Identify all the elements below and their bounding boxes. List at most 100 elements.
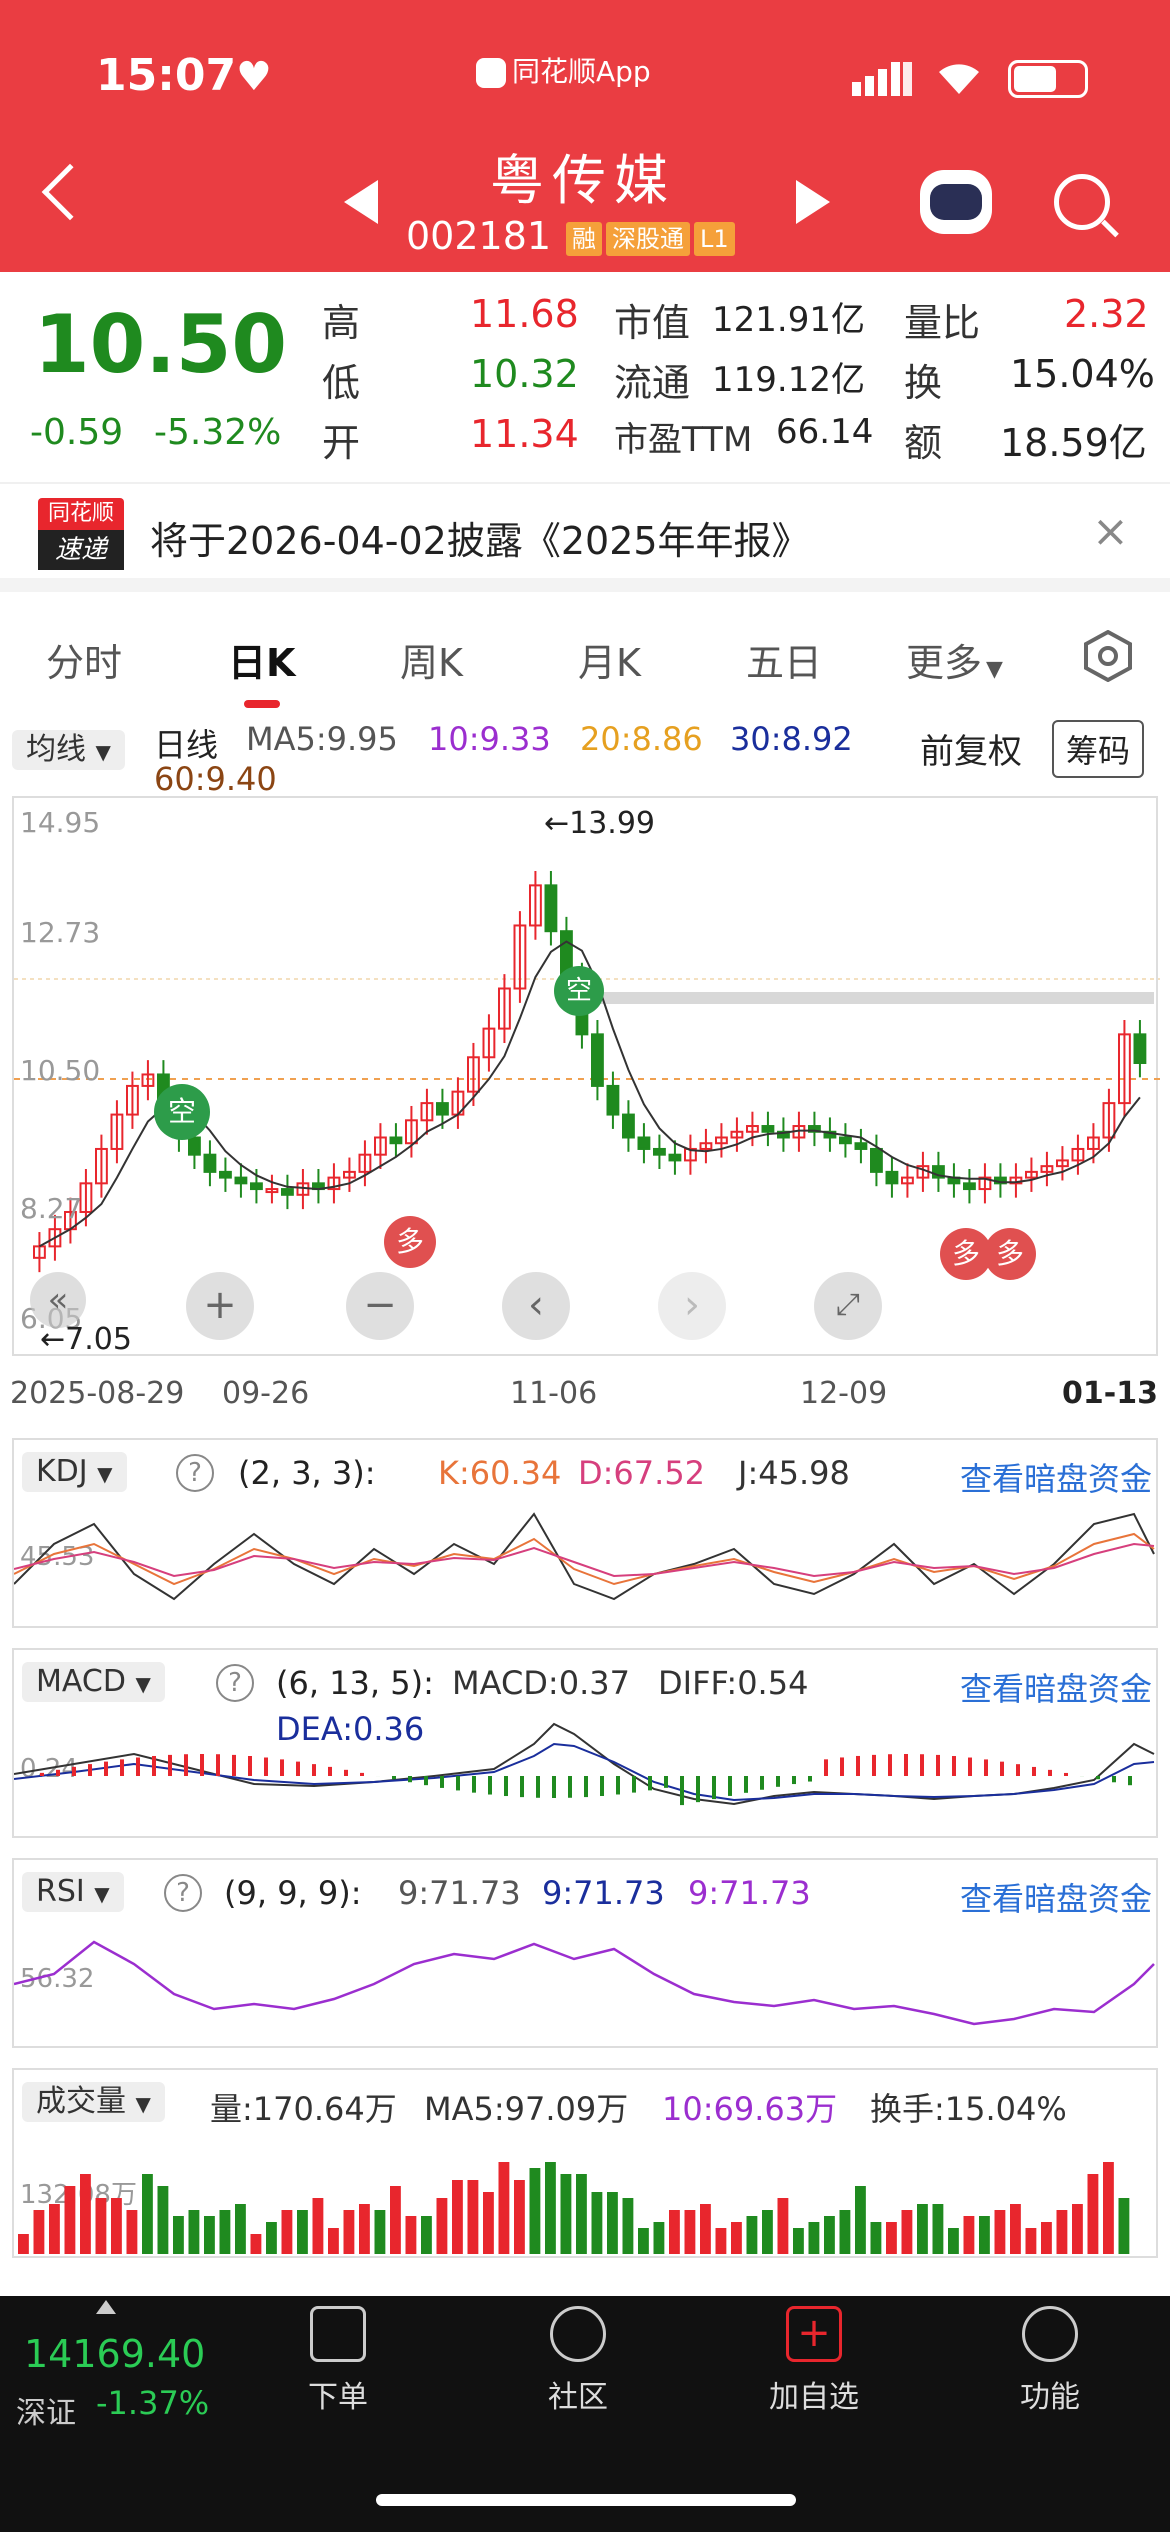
volume-bar xyxy=(452,2180,463,2254)
low-value: 10.32 xyxy=(470,352,579,396)
kdj-dropdown[interactable]: KDJ ▼ xyxy=(22,1452,127,1492)
mktcap-label: 市值 xyxy=(614,301,691,345)
next-stock-icon[interactable] xyxy=(796,180,830,224)
zoom-out-icon[interactable]: − xyxy=(346,1272,414,1340)
notice-banner[interactable]: 同花顺 速递 将于2026-04-02披露《2025年年报》 × xyxy=(0,482,1170,592)
prev-stock-icon[interactable] xyxy=(344,180,378,224)
zoom-in-icon[interactable]: + xyxy=(186,1272,254,1340)
header-bar: 15:07 ♥ 同花顺App 粤传媒 002181 融深股通 L1 xyxy=(0,0,1170,272)
ma60-value: 60:9.40 xyxy=(154,760,277,798)
tab-five-day[interactable]: 五日 xyxy=(746,632,822,687)
date-tick-5: 01-13 xyxy=(1062,1376,1158,1411)
robot-assistant-icon[interactable] xyxy=(920,170,992,234)
volume-bar xyxy=(498,2162,510,2254)
volume-bar xyxy=(529,2168,541,2254)
tag-level: L1 xyxy=(694,222,735,256)
app-logo-icon xyxy=(476,58,506,88)
kdj-panel[interactable]: KDJ ▼ ? (2, 3, 3): K:60.34 D:67.52 J:45.… xyxy=(12,1438,1158,1628)
volratio-label: 量比 xyxy=(904,301,981,345)
macd-bar xyxy=(408,1776,412,1783)
help-icon[interactable]: ? xyxy=(164,1874,202,1912)
volume-bar xyxy=(49,2204,60,2254)
macd-bar xyxy=(168,1754,172,1776)
last-price: 10.50 xyxy=(34,298,288,391)
chevron-down-icon: ▼ xyxy=(97,1462,113,1486)
express-logo: 同花顺 速递 xyxy=(38,498,124,572)
volume-bar xyxy=(390,2186,401,2254)
nav-order[interactable]: 下单 xyxy=(268,2306,408,2416)
macd-bar xyxy=(312,1764,316,1776)
expand-icon[interactable] xyxy=(96,2300,116,2314)
dark-pool-link[interactable]: 查看暗盘资金 xyxy=(960,1874,1152,1920)
macd-bar xyxy=(696,1776,700,1803)
macd-bar xyxy=(584,1776,588,1798)
open-value: 11.34 xyxy=(470,412,579,456)
macd-bar xyxy=(920,1754,924,1776)
volume-bar xyxy=(1103,2162,1114,2254)
volume-bar xyxy=(638,2228,649,2254)
ma10-value: 10:9.33 xyxy=(428,720,551,758)
volume-dropdown[interactable]: 成交量 ▼ xyxy=(22,2082,165,2122)
nav-functions[interactable]: 功能 xyxy=(980,2306,1120,2416)
app-indicator-text: 同花顺App xyxy=(512,55,651,88)
help-icon[interactable]: ? xyxy=(176,1454,214,1492)
macd-panel[interactable]: MACD ▼ ? (6, 13, 5): MACD:0.37 DIFF:0.54… xyxy=(12,1648,1158,1838)
help-icon[interactable]: ? xyxy=(216,1664,254,1702)
macd-bar xyxy=(568,1776,572,1798)
close-icon[interactable]: × xyxy=(1092,506,1129,557)
rsi-dropdown[interactable]: RSI ▼ xyxy=(22,1872,124,1912)
rsi-panel[interactable]: RSI ▼ ? (9, 9, 9): 9:71.73 9:71.73 9:71.… xyxy=(12,1858,1158,2048)
macd-dropdown[interactable]: MACD ▼ xyxy=(22,1662,165,1702)
volume-bar xyxy=(204,2216,215,2254)
date-axis: 2025-08-29 09-26 11-06 12-09 01-13 xyxy=(0,1360,1170,1420)
tab-more[interactable]: 更多 ▼ xyxy=(906,632,1003,687)
volume-bar xyxy=(64,2186,76,2254)
kline-chart[interactable]: 14.95 12.73 10.50 8.27 6.05 ←13.99 ←7.05… xyxy=(12,796,1160,1357)
macd-bar xyxy=(648,1776,652,1791)
nav-add-watchlist[interactable]: + 加自选 xyxy=(744,2306,884,2416)
macd-bar xyxy=(440,1776,444,1788)
back-icon[interactable] xyxy=(41,163,99,221)
volume-bar xyxy=(979,2216,990,2254)
tab-weekly-k[interactable]: 周K xyxy=(400,632,463,687)
macd-bar xyxy=(264,1757,268,1776)
signal-icon xyxy=(852,60,912,100)
volume-bar xyxy=(467,2180,479,2254)
volume-bar xyxy=(1056,2210,1068,2254)
settings-hex-icon[interactable] xyxy=(1082,629,1134,683)
tab-intraday[interactable]: 分时 xyxy=(46,632,122,687)
scroll-right-icon[interactable]: › xyxy=(658,1272,726,1340)
chevron-down-icon: ▼ xyxy=(135,1672,151,1696)
volume-bar xyxy=(870,2222,882,2254)
macd-bar xyxy=(280,1759,284,1776)
app-indicator: 同花顺App xyxy=(476,50,651,90)
candle xyxy=(622,1113,635,1139)
tab-monthly-k[interactable]: 月K xyxy=(578,632,641,687)
index-value[interactable]: 14169.40 xyxy=(24,2332,205,2376)
macd-bar xyxy=(488,1776,492,1795)
scroll-left-icon[interactable]: ‹ xyxy=(502,1272,570,1340)
high-value: 11.68 xyxy=(470,292,579,336)
menu-icon xyxy=(1022,2306,1078,2362)
volume-bar xyxy=(173,2216,184,2254)
volume-panel[interactable]: 成交量 ▼ 量:170.64万 MA5:97.09万 10:69.63万 换手:… xyxy=(12,2068,1158,2258)
dark-pool-link[interactable]: 查看暗盘资金 xyxy=(960,1454,1152,1500)
dark-pool-link[interactable]: 查看暗盘资金 xyxy=(960,1664,1152,1710)
status-time: 15:07 xyxy=(96,50,237,101)
chips-button[interactable]: 筹码 xyxy=(1052,720,1145,778)
macd-bar xyxy=(680,1776,684,1806)
candle xyxy=(234,1176,248,1185)
nav-community[interactable]: 社区 xyxy=(508,2306,648,2416)
rewind-icon[interactable]: « xyxy=(30,1272,86,1328)
fullscreen-icon[interactable]: ⤢ xyxy=(814,1272,882,1340)
macd-bar xyxy=(1096,1776,1100,1780)
adjust-label[interactable]: 前复权 xyxy=(920,724,1022,773)
volume-bar xyxy=(932,2204,944,2254)
volume-bar xyxy=(560,2174,572,2254)
candle xyxy=(870,1147,883,1173)
volume-bar xyxy=(808,2222,820,2254)
tab-daily-k[interactable]: 日K xyxy=(228,632,295,687)
macd-bar xyxy=(1112,1776,1116,1783)
ma-dropdown[interactable]: 均线 ▼ xyxy=(12,730,125,770)
chevron-down-icon: ▼ xyxy=(135,2092,151,2116)
